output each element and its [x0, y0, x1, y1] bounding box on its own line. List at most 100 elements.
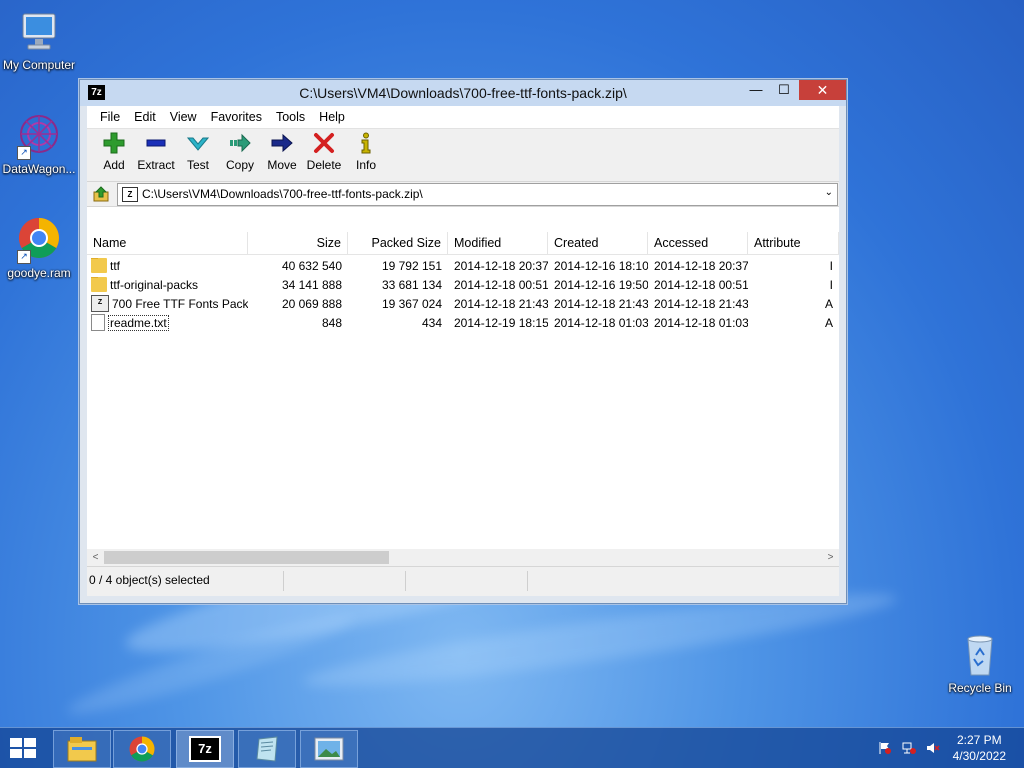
- file-list[interactable]: Name Size Packed Size Modified Created A…: [87, 232, 839, 566]
- archive-icon: Z: [91, 295, 109, 312]
- add-button[interactable]: Add: [93, 129, 135, 172]
- scroll-right-icon[interactable]: >: [822, 549, 839, 566]
- taskbar-7zip[interactable]: 7z: [176, 730, 234, 768]
- up-arrow-icon: [93, 186, 109, 202]
- file-name: ttf: [110, 258, 121, 273]
- desktop-icon-recycle-bin[interactable]: Recycle Bin: [938, 631, 1022, 695]
- menu-view[interactable]: View: [163, 106, 204, 128]
- delete-icon: [312, 132, 336, 154]
- menu-favorites[interactable]: Favorites: [204, 106, 269, 128]
- archive-icon: Z: [122, 187, 138, 202]
- menu-file[interactable]: File: [93, 106, 127, 128]
- menu-edit[interactable]: Edit: [127, 106, 163, 128]
- column-modified[interactable]: Modified: [448, 232, 548, 254]
- taskbar-image-viewer[interactable]: [300, 730, 358, 768]
- file-attributes: I: [829, 258, 833, 273]
- add-icon: [102, 132, 126, 154]
- add-label: Add: [103, 158, 125, 172]
- chevron-down-icon[interactable]: ⌄: [825, 187, 833, 198]
- chrome-icon: [129, 736, 155, 762]
- copy-button[interactable]: Copy: [219, 129, 261, 172]
- title-bar[interactable]: 7z C:\Users\VM4\Downloads\700-free-ttf-f…: [80, 80, 846, 106]
- file-name: 700 Free TTF Fonts Pack...: [112, 296, 248, 311]
- maximize-button[interactable]: ☐: [770, 80, 798, 100]
- 7zip-icon: 7z: [189, 736, 221, 762]
- network-icon[interactable]: [902, 741, 916, 755]
- table-row[interactable]: Z 700 Free TTF Fonts Pack... 20 069 888 1…: [87, 294, 839, 313]
- file-created: 2014-12-16 19:50: [554, 277, 648, 292]
- table-row[interactable]: readme.txt 848 434 2014-12-19 18:15 2014…: [87, 313, 839, 332]
- file-created: 2014-12-18 01:03: [554, 315, 648, 330]
- action-center-flag-icon[interactable]: [878, 741, 892, 755]
- image-viewer-icon: [314, 737, 344, 761]
- copy-icon: [228, 132, 252, 154]
- clock-time: 2:27 PM: [956, 733, 1002, 747]
- desktop-icon-label: Recycle Bin: [948, 681, 1012, 695]
- menu-tools[interactable]: Tools: [269, 106, 312, 128]
- up-folder-button[interactable]: [93, 186, 109, 202]
- file-attributes: A: [824, 315, 833, 330]
- column-packed-size[interactable]: Packed Size: [348, 232, 448, 254]
- file-name: ttf-original-packs: [110, 277, 199, 292]
- clock[interactable]: 2:27 PM 4/30/2022: [953, 732, 1006, 764]
- move-label: Move: [267, 158, 297, 172]
- desktop-icon-label: DataWagon...: [2, 162, 76, 176]
- copy-label: Copy: [225, 158, 254, 172]
- taskbar-notepad[interactable]: [238, 730, 296, 768]
- column-name[interactable]: Name: [87, 232, 248, 254]
- taskbar-chrome[interactable]: [113, 730, 171, 768]
- file-packed-size: 33 681 134: [381, 277, 442, 292]
- file-modified: 2014-12-18 00:51: [454, 277, 548, 292]
- shortcut-arrow-icon: ↗: [17, 146, 31, 160]
- file-packed-size: 434: [421, 315, 442, 330]
- info-button[interactable]: Info: [345, 129, 387, 172]
- taskbar-file-explorer[interactable]: [53, 730, 111, 768]
- system-tray: 2:27 PM 4/30/2022: [864, 728, 1024, 768]
- volume-muted-icon[interactable]: [926, 741, 940, 755]
- horizontal-scrollbar[interactable]: < >: [87, 549, 839, 566]
- start-button[interactable]: [10, 738, 38, 760]
- file-accessed: 2014-12-18 21:43: [654, 296, 748, 311]
- clock-date: 4/30/2022: [952, 749, 1006, 763]
- 7zip-window[interactable]: 7z C:\Users\VM4\Downloads\700-free-ttf-f…: [79, 79, 847, 604]
- table-row[interactable]: ttf-original-packs 34 141 888 33 681 134…: [87, 275, 839, 294]
- table-row[interactable]: ttf 40 632 540 19 792 151 2014-12-18 20:…: [87, 256, 839, 275]
- file-created: 2014-12-18 21:43: [554, 296, 648, 311]
- file-size: 20 069 888: [281, 296, 342, 311]
- file-name: readme.txt: [108, 314, 169, 331]
- column-accessed[interactable]: Accessed: [648, 232, 748, 254]
- file-modified: 2014-12-19 18:15: [454, 315, 548, 330]
- desktop-icon-label: My Computer: [2, 58, 76, 72]
- test-icon: [186, 132, 210, 154]
- file-packed-size: 19 367 024: [381, 296, 442, 311]
- desktop-icon-label: goodye.ram: [7, 266, 71, 280]
- column-attributes[interactable]: Attribute: [748, 232, 839, 254]
- column-created[interactable]: Created: [548, 232, 648, 254]
- scroll-left-icon[interactable]: <: [87, 549, 104, 566]
- status-divider: [283, 571, 284, 591]
- recycle-bin-icon: [956, 631, 1004, 679]
- file-accessed: 2014-12-18 01:03: [654, 315, 748, 330]
- address-input[interactable]: Z C:\Users\VM4\Downloads\700-free-ttf-fo…: [117, 183, 838, 206]
- move-button[interactable]: Move: [261, 129, 303, 172]
- window-title: C:\Users\VM4\Downloads\700-free-ttf-font…: [299, 85, 627, 101]
- menu-help[interactable]: Help: [312, 106, 352, 128]
- file-attributes: A: [824, 296, 833, 311]
- extract-icon: [144, 132, 168, 154]
- close-button[interactable]: ✕: [799, 80, 846, 100]
- file-accessed: 2014-12-18 20:37: [654, 258, 748, 273]
- info-label: Info: [355, 158, 376, 172]
- minimize-button[interactable]: —: [742, 80, 770, 100]
- desktop-icon-my-computer[interactable]: My Computer: [0, 8, 81, 72]
- delete-button[interactable]: Delete: [303, 129, 345, 172]
- extract-button[interactable]: Extract: [135, 129, 177, 172]
- chrome-icon: ↗: [15, 216, 63, 264]
- file-accessed: 2014-12-18 00:51: [654, 277, 748, 292]
- desktop-icon-datawagon[interactable]: ↗ DataWagon...: [0, 112, 81, 176]
- extract-label: Extract: [137, 158, 175, 172]
- test-button[interactable]: Test: [177, 129, 219, 172]
- file-modified: 2014-12-18 21:43: [454, 296, 548, 311]
- scroll-thumb[interactable]: [104, 551, 389, 564]
- column-size[interactable]: Size: [248, 232, 348, 254]
- desktop-icon-goodye-ram[interactable]: ↗ goodye.ram: [0, 216, 81, 280]
